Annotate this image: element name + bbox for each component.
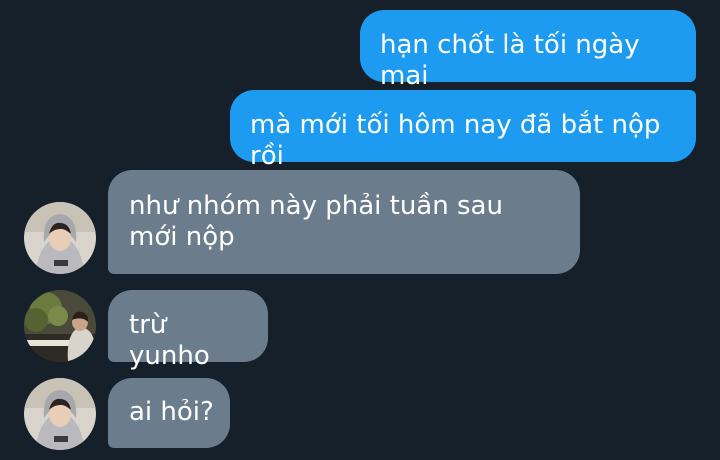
avatar[interactable]: [24, 378, 96, 450]
avatar[interactable]: [24, 202, 96, 274]
message-text: mà mới tối hôm nay đã bắt nộp rồi: [250, 110, 661, 171]
outgoing-message-bubble[interactable]: mà mới tối hôm nay đã bắt nộp rồi: [230, 90, 696, 171]
hooded-person-photo-icon: [24, 378, 96, 450]
message-text: ai hỏi?: [129, 397, 214, 427]
message-text: trừ yunho: [129, 310, 210, 371]
hooded-person-photo-icon: [24, 202, 96, 274]
incoming-message-bubble[interactable]: trừ yunho: [108, 290, 268, 371]
avatar[interactable]: [24, 290, 96, 362]
outgoing-message-bubble[interactable]: hạn chốt là tối ngày mai: [360, 10, 696, 91]
incoming-message-bubble[interactable]: như nhóm này phải tuần sau mới nộp: [108, 170, 580, 274]
message-text: hạn chốt là tối ngày mai: [380, 30, 640, 91]
chat-thread: hạn chốt là tối ngày mai mà mới tối hôm …: [0, 0, 720, 460]
message-text: như nhóm này phải tuần sau mới nộp: [129, 191, 503, 252]
person-at-piano-photo-icon: [24, 290, 96, 362]
incoming-message-bubble[interactable]: ai hỏi?: [108, 378, 230, 448]
